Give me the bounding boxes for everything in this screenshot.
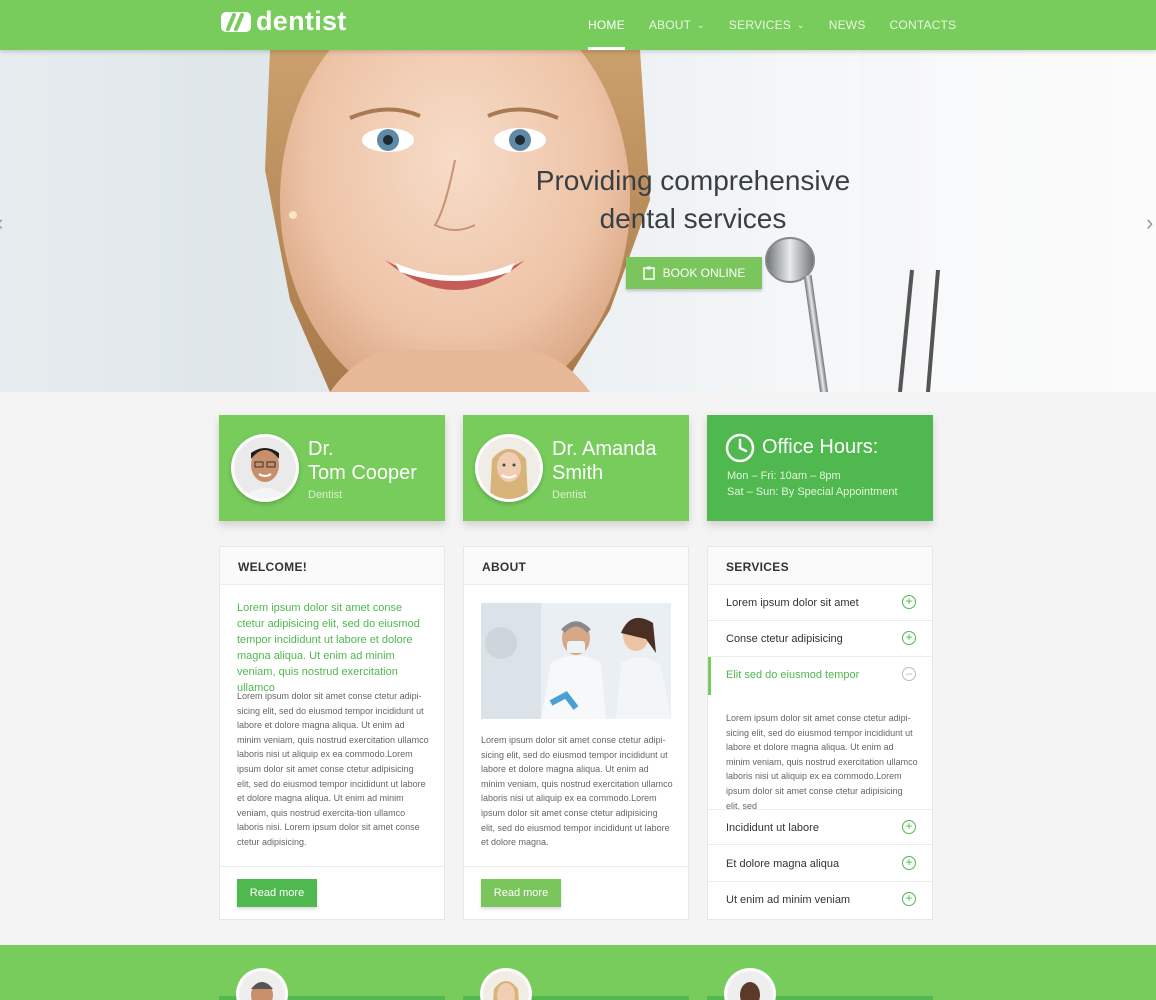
panel-heading: WELCOME!	[220, 547, 444, 585]
chevron-right-icon[interactable]: ›	[1146, 210, 1153, 236]
service-item[interactable]: Lorem ipsum dolor sit amet +	[708, 585, 932, 621]
nav-item-contacts[interactable]: CONTACTS	[878, 0, 969, 50]
service-item[interactable]: Et dolore magna aliqua +	[708, 846, 932, 882]
plus-circle-icon[interactable]: +	[902, 892, 916, 906]
avatar	[231, 434, 299, 502]
read-more-button[interactable]: Read more	[481, 879, 561, 907]
plus-circle-icon[interactable]: +	[902, 631, 916, 645]
hero-slider: Providing comprehensive dental services …	[0, 50, 1156, 392]
service-label: Elit sed do eiusmod tempor	[726, 669, 860, 681]
read-more-button[interactable]: Read more	[237, 879, 317, 907]
testimonials-strip	[0, 945, 1156, 1000]
nav-label: SERVICES	[728, 18, 791, 32]
chevron-left-icon[interactable]: ‹	[0, 210, 3, 236]
service-item[interactable]: Incididunt ut labore +	[708, 809, 932, 845]
hero-title: Providing comprehensive dental services	[517, 162, 869, 238]
doctor-role: Dentist	[308, 489, 343, 501]
nav-label: HOME	[588, 18, 625, 32]
welcome-panel: WELCOME! Lorem ipsum dolor sit amet cons…	[219, 546, 445, 920]
nav-item-services[interactable]: SERVICES ⌄	[717, 0, 817, 50]
doctor-photo	[234, 437, 296, 499]
plus-circle-icon[interactable]: +	[902, 820, 916, 834]
office-hours-weekend: Sat – Sun: By Special Appointment	[727, 486, 898, 498]
nav-label: ABOUT	[648, 18, 692, 32]
doctor-name-line: Dr. Amanda	[552, 438, 657, 460]
nav-item-about[interactable]: ABOUT ⌄	[637, 0, 717, 50]
main-nav: HOME ABOUT ⌄ SERVICES ⌄ NEWS CONTACTS	[576, 0, 968, 50]
panel-heading: SERVICES	[708, 547, 932, 585]
office-hours-title: Office Hours:	[762, 436, 879, 458]
service-label: Et dolore magna aliqua	[726, 858, 840, 870]
doctor-name: Dr. Tom Cooper	[308, 437, 417, 485]
service-item-open[interactable]: Elit sed do eiusmod tempor –	[708, 657, 932, 695]
clipboard-icon	[642, 266, 655, 280]
about-body-text: Lorem ipsum dolor sit amet conse ctetur …	[481, 735, 673, 848]
service-label: Incididunt ut labore	[726, 822, 819, 834]
service-label: Ut enim ad minim veniam	[726, 894, 851, 906]
logo[interactable]: dentist	[220, 6, 347, 37]
testimonial-photo	[727, 971, 773, 1000]
doctor-name-line: Tom Cooper	[308, 462, 417, 484]
services-panel: SERVICES Lorem ipsum dolor sit amet + Co…	[707, 546, 933, 920]
welcome-lead-text: Lorem ipsum dolor sit amet conse ctetur …	[237, 602, 420, 694]
clock-icon	[725, 433, 755, 463]
site-header: dentist HOME ABOUT ⌄ SERVICES ⌄ NEWS CON…	[0, 0, 1156, 50]
panel-footer: Read more	[220, 866, 444, 919]
panel-heading: ABOUT	[464, 547, 688, 585]
service-detail-text: Lorem ipsum dolor sit amet conse ctetur …	[726, 713, 918, 811]
nav-label: NEWS	[828, 18, 866, 32]
testimonial-photo	[239, 971, 285, 1000]
avatar	[475, 434, 543, 502]
doctor-card-tom[interactable]: Dr. Tom Cooper Dentist	[219, 415, 445, 521]
chevron-down-icon: ⌄	[796, 19, 805, 30]
minus-circle-icon[interactable]: –	[902, 667, 916, 681]
service-item[interactable]: Ut enim ad minim veniam +	[708, 882, 932, 918]
nav-item-news[interactable]: NEWS	[817, 0, 878, 50]
office-hours-card: Office Hours: Mon – Fri: 10am – 8pm Sat …	[707, 415, 933, 521]
welcome-body-text: Lorem ipsum dolor sit amet conse ctetur …	[237, 691, 429, 847]
testimonial-photo	[483, 971, 529, 1000]
service-label: Conse ctetur adipisicing	[726, 633, 843, 645]
doctor-role: Dentist	[552, 489, 587, 501]
nav-item-home[interactable]: HOME	[576, 0, 637, 50]
doctor-name-line: Dr.	[308, 438, 334, 460]
plus-circle-icon[interactable]: +	[902, 856, 916, 870]
service-item[interactable]: Conse ctetur adipisicing +	[708, 621, 932, 657]
hero-title-line: dental services	[599, 203, 787, 234]
plus-circle-icon[interactable]: +	[902, 595, 916, 609]
book-online-label: BOOK ONLINE	[662, 266, 746, 280]
doctor-card-amanda[interactable]: Dr. Amanda Smith Dentist	[463, 415, 689, 521]
nav-label: CONTACTS	[889, 18, 957, 32]
office-hours-weekdays: Mon – Fri: 10am – 8pm	[727, 470, 841, 482]
chevron-down-icon: ⌄	[697, 19, 705, 30]
about-panel: ABOUT Lorem ipsum dolor sit amet conse c…	[463, 546, 689, 920]
doctor-photo	[478, 437, 540, 499]
book-online-button[interactable]: BOOK ONLINE	[626, 257, 762, 289]
logo-mark-icon	[221, 11, 251, 32]
logo-text: dentist	[256, 6, 347, 36]
doctor-name-line: Smith	[552, 462, 604, 484]
service-label: Lorem ipsum dolor sit amet	[726, 597, 859, 609]
doctor-name: Dr. Amanda Smith	[552, 437, 657, 485]
panel-footer: Read more	[464, 866, 688, 919]
hero-title-line: Providing comprehensive	[535, 165, 851, 196]
about-photo	[481, 603, 671, 719]
